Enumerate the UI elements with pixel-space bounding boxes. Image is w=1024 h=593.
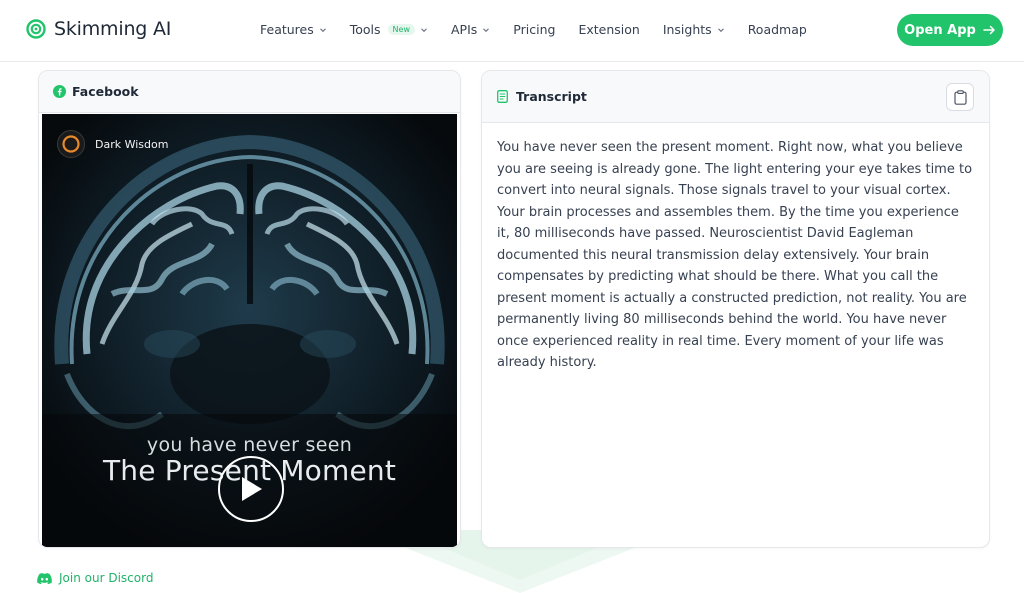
video-card: Facebook Dark Wisdom you have never seen… [38,70,461,548]
play-icon [242,477,262,501]
transcript-text: You have never seen the present moment. … [497,140,973,370]
open-app-label: Open App [904,22,976,38]
channel-info[interactable]: Dark Wisdom [57,130,168,158]
chevron-down-icon [421,27,427,32]
nav-apis[interactable]: APIs [451,22,490,37]
transcript-title: Transcript [516,89,587,104]
nav-pricing[interactable]: Pricing [513,22,555,37]
video-source-label: Facebook [72,84,139,99]
nav-tools-label: Tools [349,22,381,37]
discord-label: Join our Discord [59,571,154,585]
clipboard-icon [953,89,967,105]
main-menu: Features Tools New APIs Pricing Extensio… [260,22,830,37]
top-navbar: Skimming AI Features Tools New APIs Pric… [0,0,1024,62]
discord-link[interactable]: Join our Discord [37,571,153,585]
transcript-header: Transcript [482,71,989,123]
nav-extension-label: Extension [578,22,640,37]
chevron-down-icon [483,27,490,32]
nav-insights-label: Insights [662,22,712,37]
nav-roadmap[interactable]: Roadmap [748,22,807,37]
copy-transcript-button[interactable] [946,83,974,111]
nav-features[interactable]: Features [260,22,327,37]
discord-icon [37,572,52,584]
channel-name: Dark Wisdom [95,137,169,151]
logo-icon [26,19,46,39]
arrow-right-icon [983,25,995,35]
nav-tools[interactable]: Tools New [350,22,428,37]
video-card-header: Facebook [39,71,460,113]
brand-logo[interactable]: Skimming AI [26,18,171,40]
nav-insights[interactable]: Insights [663,22,725,37]
transcript-card: Transcript You have never seen the prese… [481,70,990,548]
ring-logo-icon [62,135,80,153]
nav-features-label: Features [260,22,314,37]
chevron-down-icon [319,27,326,32]
nav-apis-label: APIs [451,22,478,37]
brand-name: Skimming AI [54,18,172,40]
open-app-button[interactable]: Open App [897,14,1003,46]
video-caption-small: you have never seen [146,434,353,456]
nav-roadmap-label: Roadmap [747,22,807,37]
play-button[interactable] [218,456,284,522]
nav-pricing-label: Pricing [513,22,556,37]
video-player[interactable]: Dark Wisdom you have never seen The Pres… [42,114,457,547]
nav-extension[interactable]: Extension [578,22,639,37]
new-badge: New [387,24,415,35]
chevron-down-icon [717,27,724,32]
document-icon [497,90,508,103]
channel-avatar [57,130,85,158]
facebook-icon [53,85,66,98]
